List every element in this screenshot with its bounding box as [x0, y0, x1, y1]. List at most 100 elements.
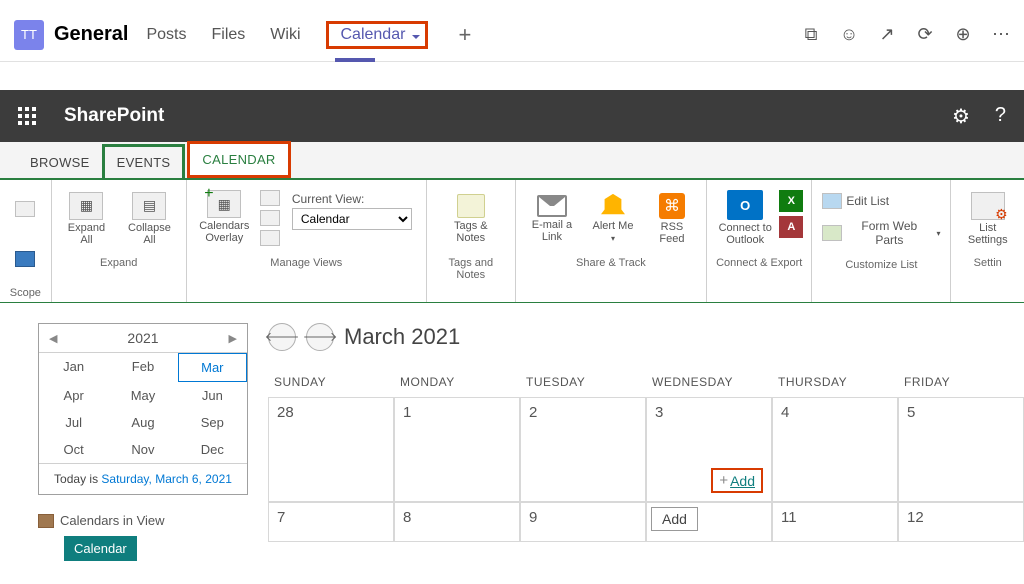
sharepoint-title: SharePoint	[64, 105, 164, 127]
mini-cal-year: 2021	[127, 330, 158, 346]
tab-files[interactable]: Files	[212, 22, 246, 48]
day-header: THURSDAY	[772, 367, 898, 397]
calendar-cell[interactable]: 8	[394, 502, 520, 542]
current-view-label: Current View:	[292, 192, 412, 206]
prev-month-button[interactable]: 🡐	[268, 323, 296, 351]
day-header: SUNDAY	[268, 367, 394, 397]
refresh-icon[interactable]: ⟳	[916, 26, 934, 44]
month-mar[interactable]: Mar	[178, 353, 247, 382]
calendar-in-view-item[interactable]: Calendar	[64, 536, 137, 561]
calendar-cell[interactable]: 4	[772, 397, 898, 502]
month-title: March 2021	[344, 324, 460, 350]
calendar-cell[interactable]: 9	[520, 502, 646, 542]
calendar-cell[interactable]: 12	[898, 502, 1024, 542]
create-view-icon[interactable]	[260, 190, 280, 206]
tab-wiki[interactable]: Wiki	[270, 22, 300, 48]
next-month-button[interactable]: 🡒	[306, 323, 334, 351]
add-event-link[interactable]: +Add	[711, 468, 763, 493]
tags-notes-button[interactable]: Tags & Notes	[440, 192, 501, 246]
rss-icon: ⌘	[659, 193, 685, 219]
sharepoint-header: SharePoint ⚙ ?	[0, 90, 1024, 142]
calendar-cell[interactable]: 3+Add	[646, 397, 772, 502]
more-icon[interactable]: ⋯	[992, 26, 1010, 44]
today-line: Today is Saturday, March 6, 2021	[39, 463, 247, 494]
day-header: FRIDAY	[898, 367, 1024, 397]
collapse-all-button[interactable]: ▤Collapse All	[119, 190, 180, 248]
customize-list-group-label: Customize List	[818, 256, 944, 274]
ribbon-tab-browse[interactable]: BROWSE	[18, 147, 102, 178]
month-jul[interactable]: Jul	[39, 409, 108, 436]
expand-group-label: Expand	[58, 254, 180, 272]
channel-name: General	[54, 23, 128, 46]
month-nov[interactable]: Nov	[108, 436, 177, 463]
month-apr[interactable]: Apr	[39, 382, 108, 409]
tag-icon	[457, 194, 485, 218]
chat-icon[interactable]: ☺	[840, 26, 858, 44]
list-settings-icon	[971, 192, 1005, 220]
next-year-button[interactable]: ▶	[229, 332, 237, 345]
calendars-overlay-button[interactable]: +▦Calendars Overlay	[195, 188, 254, 246]
ribbon-tab-events[interactable]: EVENTS	[102, 144, 186, 178]
export-excel-icon[interactable]: X	[779, 190, 803, 212]
create-column-icon[interactable]	[260, 230, 280, 246]
email-link-button[interactable]: E-mail a Link	[522, 193, 582, 245]
teams-channel-header: TT General Posts Files Wiki Calendar + ⧉…	[0, 0, 1024, 62]
calendar-small-icon	[38, 514, 54, 528]
month-oct[interactable]: Oct	[39, 436, 108, 463]
globe-icon[interactable]: ⊕	[954, 26, 972, 44]
day-header: MONDAY	[394, 367, 520, 397]
calendar-cell[interactable]: 28	[268, 397, 394, 502]
tags-notes-group-label: Tags and Notes	[433, 254, 509, 284]
settings-gear-icon[interactable]: ⚙	[952, 104, 970, 129]
modify-view-icon[interactable]	[260, 210, 280, 226]
outlook-icon: O	[727, 190, 763, 220]
add-tab-button[interactable]: +	[458, 22, 471, 48]
add-tooltip: Add	[651, 507, 698, 531]
settings-group-label: Settin	[957, 254, 1018, 272]
month-may[interactable]: May	[108, 382, 177, 409]
form-parts-icon	[822, 225, 842, 241]
connect-outlook-button[interactable]: OConnect to Outlook	[715, 188, 775, 248]
rss-feed-button[interactable]: ⌘RSS Feed	[644, 191, 700, 247]
month-aug[interactable]: Aug	[108, 409, 177, 436]
month-jun[interactable]: Jun	[178, 382, 247, 409]
open-access-icon[interactable]: A	[779, 216, 803, 238]
form-web-parts-button[interactable]: Form Web Parts ▾	[822, 216, 940, 250]
month-jan[interactable]: Jan	[39, 353, 108, 382]
alert-me-button[interactable]: Alert Me ▾	[586, 192, 640, 246]
app-launcher-icon[interactable]	[18, 107, 36, 125]
expand-all-button[interactable]: ▦Expand All	[58, 190, 116, 248]
manage-views-group-label: Manage Views	[193, 254, 420, 272]
day-header: WEDNESDAY	[646, 367, 772, 397]
calendar-cell[interactable]: 5	[898, 397, 1024, 502]
team-avatar[interactable]: TT	[14, 20, 44, 50]
scope-week-icon[interactable]	[15, 251, 35, 267]
current-view-select[interactable]: Calendar	[292, 208, 412, 230]
bell-icon	[601, 194, 625, 218]
prev-year-button[interactable]: ◀	[49, 332, 57, 345]
mail-icon	[537, 195, 567, 217]
scope-group-label: Scope	[6, 284, 45, 302]
month-sep[interactable]: Sep	[178, 409, 247, 436]
pop-out-icon[interactable]: ⧉	[802, 26, 820, 44]
tab-calendar[interactable]: Calendar	[326, 21, 429, 49]
tab-posts[interactable]: Posts	[146, 22, 186, 48]
calendar-cell[interactable]: 11	[772, 502, 898, 542]
today-link[interactable]: Saturday, March 6, 2021	[101, 472, 232, 486]
share-track-group-label: Share & Track	[522, 254, 700, 272]
calendar-cell[interactable]: 2	[520, 397, 646, 502]
ribbon-tab-calendar[interactable]: CALENDAR	[187, 141, 290, 178]
expand-icon[interactable]: ↗	[878, 26, 896, 44]
day-header: TUESDAY	[520, 367, 646, 397]
month-feb[interactable]: Feb	[108, 353, 177, 382]
calendars-in-view-heading: Calendars in View	[38, 509, 248, 532]
list-settings-button[interactable]: List Settings	[957, 190, 1018, 248]
calendar-cell[interactable]: 7	[268, 502, 394, 542]
edit-list-button[interactable]: Edit List	[822, 190, 940, 212]
calendar-cell[interactable]: 1	[394, 397, 520, 502]
calendar-cell[interactable]: Add	[646, 502, 772, 542]
scope-day-icon[interactable]	[15, 201, 35, 217]
month-dec[interactable]: Dec	[178, 436, 247, 463]
mini-calendar: ◀ 2021 ▶ JanFebMar AprMayJun JulAugSep OctN…	[38, 323, 248, 495]
help-icon[interactable]: ?	[995, 104, 1006, 129]
